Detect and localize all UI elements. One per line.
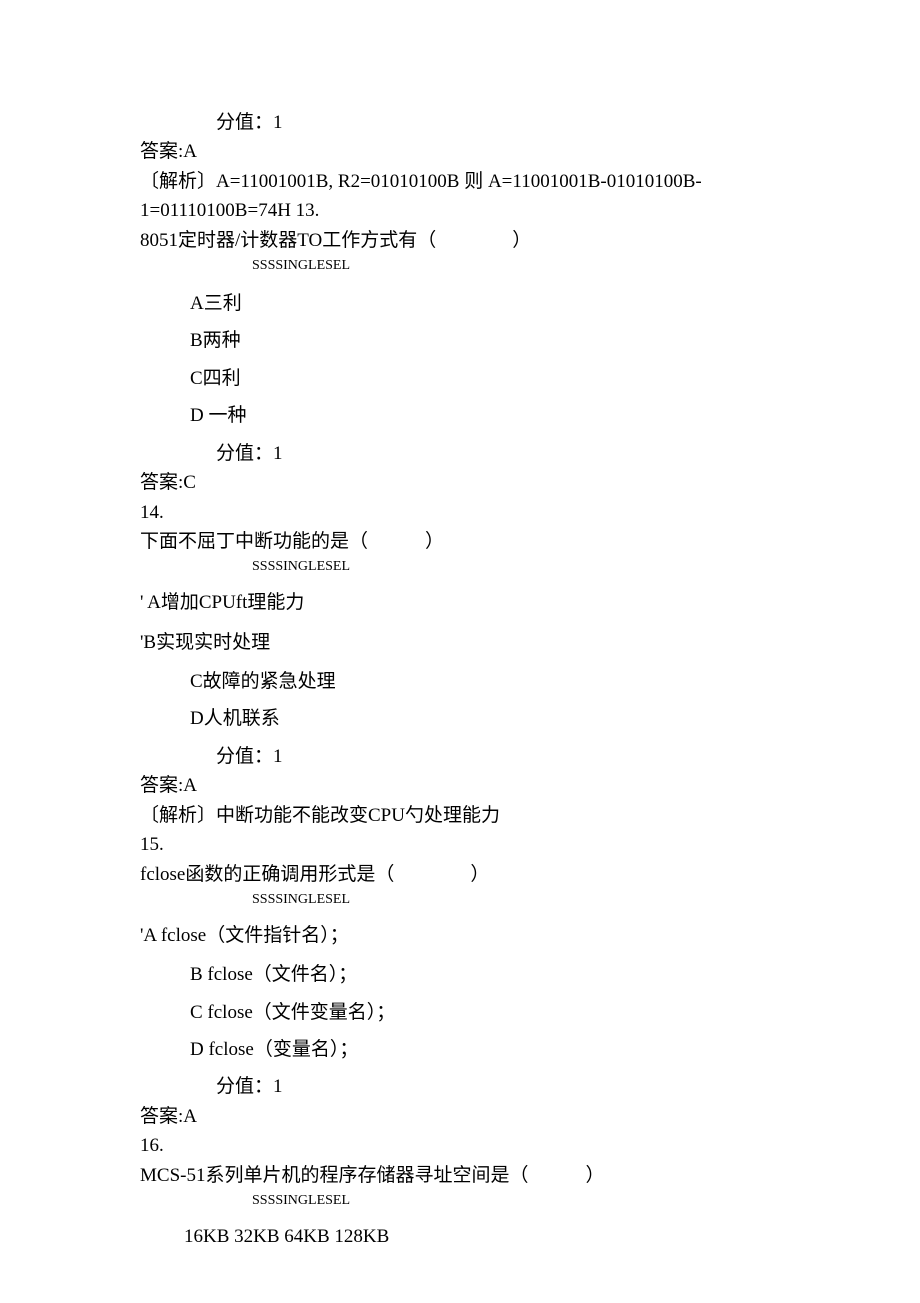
q13-answer: 答案:C [140, 468, 780, 497]
q16-question: MCS-51系列单片机的程序存储器寻址空间是（ ） [140, 1161, 780, 1190]
q13-option-c: C四利 [140, 364, 780, 393]
q12-score: 分值：1 [140, 108, 780, 137]
q15-option-b: B fclose（文件名）； [140, 960, 780, 989]
q15-question: fclose函数的正确调用形式是（ ） [140, 860, 780, 889]
q14-option-d: D人机联系 [140, 704, 780, 733]
q15-option-d: D fclose（变量名）； [140, 1035, 780, 1064]
q15-option-c: C fclose（文件变量名）； [140, 998, 780, 1027]
q15-ssss-marker: SSSSINGLESEL [140, 889, 780, 911]
q16-ssss-marker: SSSSINGLESEL [140, 1190, 780, 1212]
q14-answer: 答案:A [140, 771, 780, 800]
q14-score: 分值：1 [140, 742, 780, 771]
q16-number: 16. [140, 1131, 780, 1160]
q14-explain: 〔解析〕中断功能不能改变CPU勺处理能力 [140, 801, 780, 830]
q13-ssss-marker: SSSSINGLESEL [140, 255, 780, 277]
q13-score: 分值：1 [140, 439, 780, 468]
q14-option-a: ' A增加CPUft理能力 [140, 588, 780, 617]
q14-number: 14. [140, 498, 780, 527]
q14-option-c: C故障的紧急处理 [140, 667, 780, 696]
q15-number: 15. [140, 830, 780, 859]
q13-option-a: A三利 [140, 289, 780, 318]
q14-option-b: 'B实现实时处理 [140, 628, 780, 657]
q15-answer: 答案:A [140, 1102, 780, 1131]
q15-score: 分值：1 [140, 1072, 780, 1101]
q13-option-b: B两种 [140, 326, 780, 355]
q13-question: 8051定时器/计数器TO工作方式有（ ） [140, 226, 780, 255]
document-page: 分值：1 答案:A 〔解析〕A=11001001B, R2=01010100B … [0, 0, 920, 1251]
q15-option-a: 'A fclose（文件指针名）； [140, 921, 780, 950]
q12-explain: 〔解析〕A=11001001B, R2=01010100B 则 A=110010… [140, 167, 780, 226]
q12-answer: 答案:A [140, 137, 780, 166]
q14-question: 下面不屈丁中断功能的是（ ） [140, 527, 780, 556]
q14-ssss-marker: SSSSINGLESEL [140, 556, 780, 578]
q13-option-d: D 一种 [140, 401, 780, 430]
q16-options-inline: 16KB 32KB 64KB 128KB [140, 1212, 780, 1251]
